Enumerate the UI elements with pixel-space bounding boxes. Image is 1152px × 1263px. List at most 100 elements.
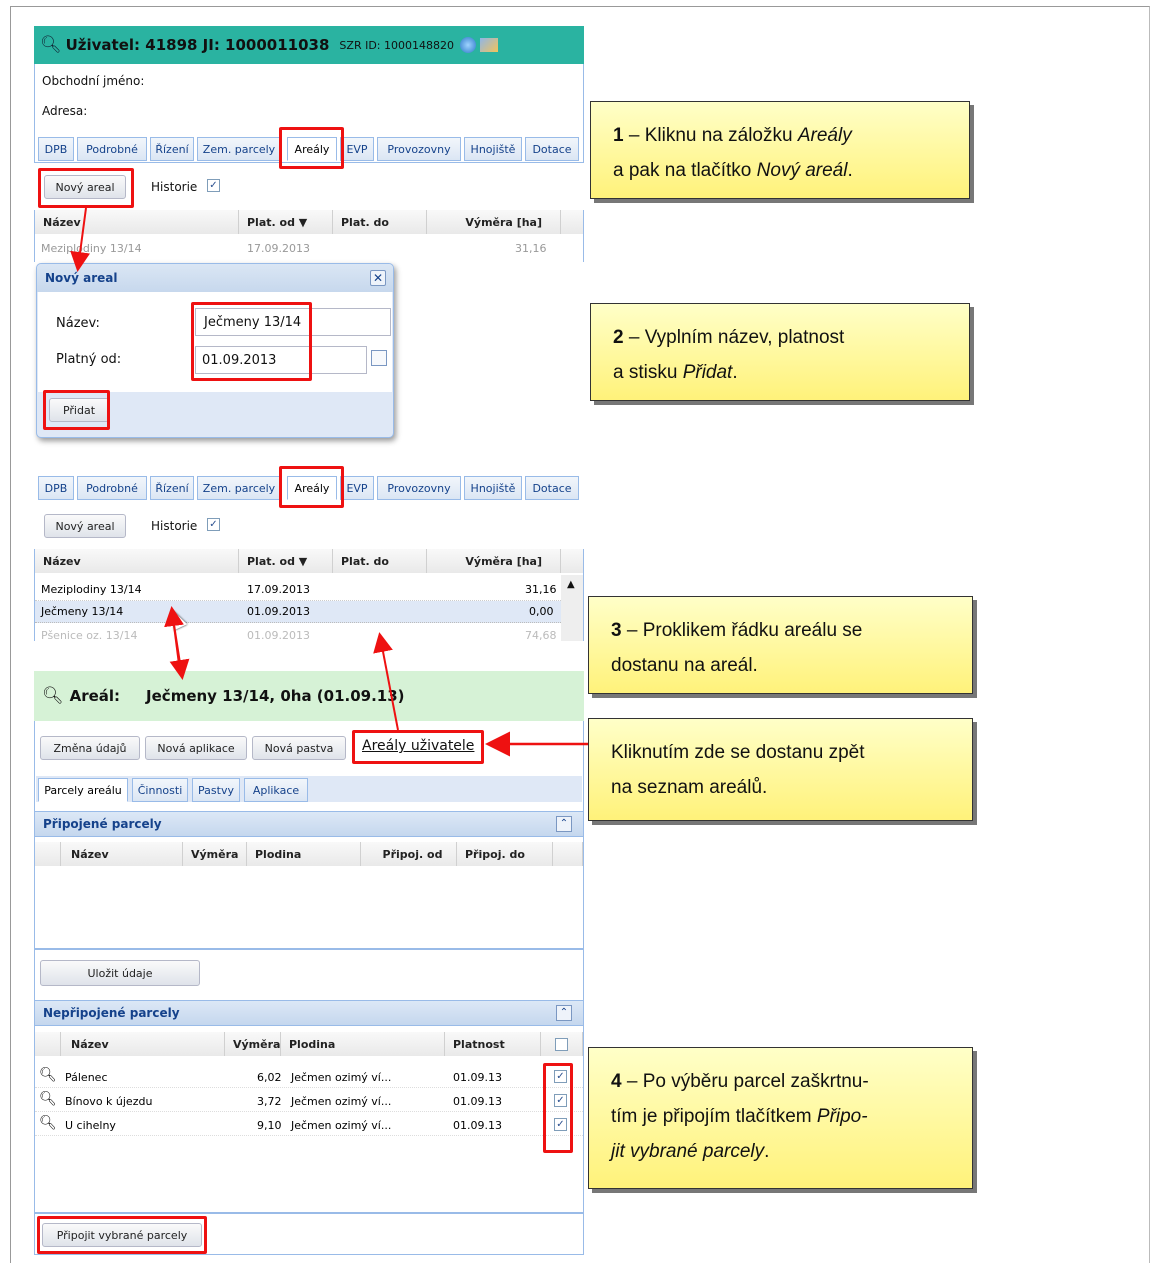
col-platnost[interactable]: Platnost xyxy=(445,1032,541,1056)
parcel-plodina: Ječmen ozimý ví... xyxy=(291,1095,392,1108)
tab-podrobne[interactable]: Podrobné xyxy=(77,137,147,161)
callout-num: 2 xyxy=(613,327,624,348)
tab-dpb[interactable]: DPB xyxy=(38,476,74,500)
callout-text: . xyxy=(732,362,738,383)
select-all-checkbox[interactable] xyxy=(555,1037,568,1051)
tab-provozovny[interactable]: Provozovny xyxy=(377,476,461,500)
areal-row-od: 17.09.2013 xyxy=(247,242,310,255)
new-areal-button-2[interactable]: Nový areal xyxy=(44,514,126,538)
col-icon xyxy=(35,1032,61,1056)
tab-hnojiste[interactable]: Hnojiště xyxy=(464,137,522,161)
col-plodina[interactable]: Plodina xyxy=(247,842,361,866)
subtab-cinnosti[interactable]: Činnosti xyxy=(132,778,188,802)
callout-italic: Nový areál xyxy=(756,160,848,181)
areal-title-label: Areál: xyxy=(69,687,121,705)
tab-evp[interactable]: EVP xyxy=(340,137,374,161)
col-nazev[interactable]: Název xyxy=(35,549,239,573)
search-icon[interactable]: 🔍︎ xyxy=(39,1067,57,1083)
name-field-label: Název: xyxy=(56,316,100,331)
col-pripoj-do[interactable]: Připoj. do xyxy=(457,842,553,866)
szr-id: SZR ID: 1000148820 xyxy=(339,38,454,52)
collapse-icon[interactable]: ⌃ xyxy=(556,1005,572,1021)
row-name: Ječmeny 13/14 xyxy=(41,605,124,618)
callout-text: Kliknutím zde se dostanu zpět xyxy=(611,742,865,763)
callout-text: – Vyplním název, platnost xyxy=(623,327,845,348)
refresh-icon[interactable] xyxy=(459,37,476,53)
areal-row-name[interactable]: Meziplodiny 13/14 xyxy=(41,242,142,255)
col-vymera[interactable]: Výměra xyxy=(183,842,247,866)
col-plat-od[interactable]: Plat. od ▼ xyxy=(239,549,333,573)
row-od: 01.09.2013 xyxy=(247,629,310,641)
search-icon[interactable]: 🔍︎ xyxy=(39,1091,57,1107)
col-vymera[interactable]: Výměra [ha] xyxy=(427,549,561,573)
callout-italic: jit vybrané parcely xyxy=(611,1141,765,1162)
tab-dotace[interactable]: Dotace xyxy=(525,476,579,500)
col-vymera[interactable]: Výměra xyxy=(225,1032,281,1056)
unconnected-panel-header: Nepřipojené parcely xyxy=(34,1000,584,1026)
row-name: Pšenice oz. 13/14 xyxy=(41,629,138,641)
dialog-titlebar: Nový areal xyxy=(37,264,393,292)
historie-label-2: Historie xyxy=(151,519,198,533)
tab-provozovny[interactable]: Provozovny xyxy=(377,137,461,161)
calendar-icon[interactable] xyxy=(371,350,387,366)
highlight-tab-arealy-2 xyxy=(279,466,344,508)
close-icon[interactable]: ✕ xyxy=(370,270,386,286)
parcel-name: Bínovo k újezdu xyxy=(65,1095,153,1108)
tab-dotace[interactable]: Dotace xyxy=(525,137,579,161)
col-vymera[interactable]: Výměra [ha] xyxy=(427,210,561,234)
col-scroll xyxy=(553,842,583,866)
col-plat-do[interactable]: Plat. do xyxy=(333,210,427,234)
subtab-pastvy[interactable]: Pastvy xyxy=(192,778,240,802)
search-icon[interactable]: 🔍︎ xyxy=(42,686,64,706)
highlight-add-button xyxy=(43,390,110,430)
zmena-udaju-button[interactable]: Změna údajů xyxy=(40,736,140,760)
callout-num: 3 xyxy=(611,620,622,641)
date-field-label: Platný od: xyxy=(56,352,122,367)
subtab-parcely-arealu[interactable]: Parcely areálu xyxy=(38,778,128,802)
highlight-checkboxes xyxy=(543,1063,573,1153)
collapse-icon[interactable]: ⌃ xyxy=(556,816,572,832)
parcel-name: Pálenec xyxy=(65,1071,108,1084)
callout-italic: Připo- xyxy=(816,1106,868,1127)
search-icon[interactable]: 🔍︎ xyxy=(40,35,62,55)
parcel-vymera: 6,02 xyxy=(257,1071,282,1084)
parcel-platnost: 01.09.13 xyxy=(453,1119,502,1132)
tab-podrobne[interactable]: Podrobné xyxy=(77,476,147,500)
tab-zem-parcely[interactable]: Zem. parcely xyxy=(197,476,281,500)
callout-italic: Areály xyxy=(797,125,852,146)
edit-icon[interactable] xyxy=(479,38,498,52)
highlight-tab-arealy-1 xyxy=(279,127,344,169)
search-icon[interactable]: 🔍︎ xyxy=(39,1115,57,1131)
highlight-new-areal xyxy=(38,168,134,208)
col-nazev[interactable]: Název xyxy=(61,1032,225,1056)
col-plat-do[interactable]: Plat. do xyxy=(333,549,427,573)
tab-dpb[interactable]: DPB xyxy=(38,137,74,161)
nova-aplikace-button[interactable]: Nová aplikace xyxy=(145,736,247,760)
col-scroll xyxy=(561,549,583,573)
col-plodina[interactable]: Plodina xyxy=(281,1032,445,1056)
callout-text: tím je připojím tlačítkem xyxy=(611,1106,817,1127)
nova-pastva-button[interactable]: Nová pastva xyxy=(252,736,346,760)
row-vymera: 31,16 xyxy=(525,583,557,596)
historie-checkbox[interactable]: ✓ xyxy=(207,179,220,192)
tab-rizeni[interactable]: Řízení xyxy=(150,137,194,161)
callout-3: 3 – Proklikem řádku areálu se dostanu na… xyxy=(588,596,973,694)
areal-row-vymera: 31,16 xyxy=(515,242,547,255)
col-pripoj-od[interactable]: Připoj. od xyxy=(361,842,457,866)
tab-rizeni[interactable]: Řízení xyxy=(150,476,194,500)
callout-5: 4 – Po výběru parcel zaškrtnu- tím je př… xyxy=(588,1047,973,1189)
col-nazev[interactable]: Název xyxy=(61,842,183,866)
subtab-aplikace[interactable]: Aplikace xyxy=(244,778,308,802)
historie-checkbox-2[interactable]: ✓ xyxy=(207,518,220,531)
scroll-up-icon[interactable]: ▲ xyxy=(567,579,575,590)
save-button[interactable]: Uložit údaje xyxy=(40,960,200,986)
parcel-platnost: 01.09.13 xyxy=(453,1095,502,1108)
tab-hnojiste[interactable]: Hnojiště xyxy=(464,476,522,500)
tab-evp[interactable]: EVP xyxy=(340,476,374,500)
parcel-plodina: Ječmen ozimý ví... xyxy=(291,1119,392,1132)
callout-text: dostanu na areál. xyxy=(611,655,758,676)
col-plat-od[interactable]: Plat. od ▼ xyxy=(239,210,333,234)
tab-zem-parcely[interactable]: Zem. parcely xyxy=(197,137,281,161)
callout-text: – Proklikem řádku areálu se xyxy=(621,620,863,641)
col-nazev[interactable]: Název xyxy=(35,210,239,234)
